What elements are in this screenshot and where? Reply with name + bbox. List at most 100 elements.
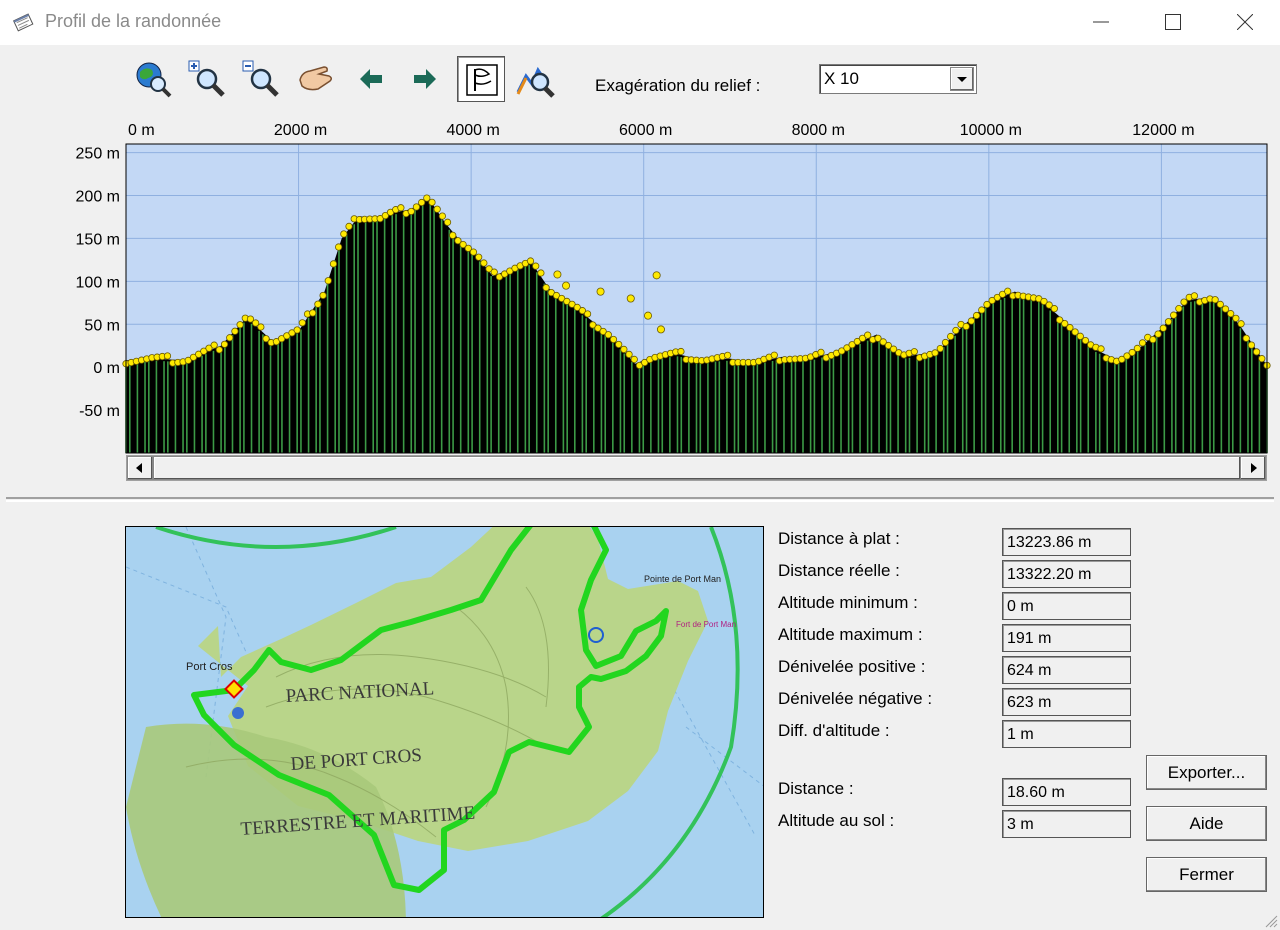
minimize-button[interactable] — [1066, 0, 1136, 45]
close-window-button[interactable] — [1210, 0, 1280, 45]
elevation-point — [475, 253, 483, 261]
stat-label: Altitude au sol : — [778, 811, 895, 830]
map-label-port-cros-village: Port Cros — [186, 661, 233, 673]
elevation-point — [449, 231, 457, 239]
elevation-point — [947, 332, 955, 341]
elevation-point — [630, 355, 638, 363]
previous-tool[interactable] — [350, 58, 392, 100]
close-icon — [1237, 14, 1253, 30]
y-tick-label: 150 m — [76, 231, 120, 248]
elevation-point — [526, 257, 535, 265]
elevation-point — [1247, 341, 1256, 349]
outlier-point — [652, 271, 661, 280]
elevation-point — [864, 331, 872, 339]
elevation-point — [220, 340, 229, 348]
elevation-point — [1211, 296, 1219, 304]
elevation-point — [931, 349, 939, 357]
close-button[interactable]: Fermer — [1146, 857, 1267, 892]
chart-scrollbar[interactable] — [126, 455, 1267, 481]
elevation-point — [329, 260, 338, 268]
y-tick-label: 250 m — [76, 146, 120, 163]
elevation-point — [724, 351, 732, 359]
export-button[interactable]: Exporter... — [1146, 755, 1267, 790]
x-tick-label: 8000 m — [792, 122, 845, 139]
y-tick-label: -50 m — [79, 403, 120, 420]
globe-search-icon — [136, 62, 172, 98]
stat-label: Dénivelée négative : — [778, 689, 933, 708]
route-map[interactable]: PARC NATIONAL DE PORT CROS TERRESTRE ET … — [125, 526, 764, 918]
stat-label: Altitude maximum : — [778, 625, 923, 644]
x-tick-label: 6000 m — [619, 122, 672, 139]
elevation-point — [1242, 334, 1250, 342]
arrow-right-icon — [414, 69, 436, 89]
stat-value: 0 m — [1002, 592, 1131, 620]
resize-grip-icon[interactable] — [1264, 914, 1278, 928]
elevation-point — [910, 348, 918, 356]
elevation-chart-svg: 0 m 2000 m 4000 m 6000 m 8000 m 10000 m 12000 … — [76, 122, 1271, 454]
pan-tool[interactable] — [294, 58, 336, 100]
campsite-icon — [232, 707, 244, 719]
zoom-out-tool[interactable] — [240, 58, 282, 100]
elevation-point — [324, 277, 332, 285]
scroll-left-button[interactable] — [127, 456, 153, 480]
elevation-point — [490, 268, 498, 276]
elevation-point — [1004, 287, 1012, 295]
outlier-point — [656, 325, 665, 334]
outlier-point — [644, 311, 653, 320]
x-tick-label: 2000 m — [274, 122, 327, 139]
elevation-point — [443, 218, 452, 226]
elevation-point — [418, 198, 426, 207]
profile-search-tool[interactable] — [514, 58, 556, 100]
exaggeration-label: Exagération du relief : — [595, 76, 761, 95]
elevation-point — [604, 331, 612, 339]
elevation-point — [1164, 318, 1173, 326]
dropdown-button[interactable] — [950, 67, 974, 91]
elevation-point — [428, 198, 436, 206]
exaggeration-value: X 10 — [824, 69, 859, 88]
maximize-button[interactable] — [1138, 0, 1208, 45]
title-bar: Profil de la randonnée — [0, 0, 1280, 45]
route-map-svg: PARC NATIONAL DE PORT CROS TERRESTRE ET … — [126, 527, 763, 917]
elevation-point — [1190, 292, 1198, 300]
elevation-point — [677, 347, 685, 356]
flag-tool[interactable] — [457, 56, 505, 102]
outlier-point — [596, 287, 605, 296]
elevation-point — [298, 319, 306, 327]
stat-value: 623 m — [1002, 688, 1131, 716]
help-button[interactable]: Aide — [1146, 806, 1267, 841]
scroll-left-icon — [136, 463, 142, 473]
elevation-point — [309, 309, 317, 317]
elevation-point — [345, 222, 353, 230]
stat-label: Altitude minimum : — [778, 593, 918, 612]
elevation-point — [936, 344, 944, 353]
elevation-point — [1149, 335, 1157, 344]
zoom-in-tool[interactable] — [186, 58, 228, 100]
elevation-point — [1175, 305, 1183, 313]
splitter[interactable] — [6, 497, 1274, 502]
map-label-fort-port-man: Fort de Port Man — [676, 620, 736, 629]
stat-value: 13322.20 m — [1002, 560, 1131, 588]
flag-icon — [466, 64, 498, 96]
next-tool[interactable] — [404, 58, 446, 100]
x-tick-label: 0 m — [128, 122, 155, 139]
elevation-point — [1258, 355, 1266, 363]
elevation-point — [532, 262, 540, 270]
stat-label: Dénivelée positive : — [778, 657, 926, 676]
stat-value: 191 m — [1002, 624, 1131, 652]
stat-value: 13223.86 m — [1002, 528, 1131, 556]
y-tick-label: 0 m — [93, 360, 120, 377]
elevation-point — [1216, 300, 1224, 308]
scroll-thumb[interactable] — [153, 456, 1241, 480]
y-tick-label: 50 m — [84, 317, 120, 334]
elevation-point — [978, 306, 986, 314]
x-tick-label: 12000 m — [1132, 122, 1194, 139]
exaggeration-select[interactable]: X 10 — [819, 64, 977, 94]
stat-label: Distance à plat : — [778, 529, 900, 548]
elevation-point — [335, 243, 343, 251]
elevation-point — [1159, 324, 1167, 332]
scroll-right-button[interactable] — [1240, 456, 1266, 480]
elevation-point — [952, 326, 960, 335]
elevation-point — [542, 284, 550, 292]
elevation-point — [583, 310, 592, 318]
globe-search-tool[interactable] — [132, 58, 174, 100]
